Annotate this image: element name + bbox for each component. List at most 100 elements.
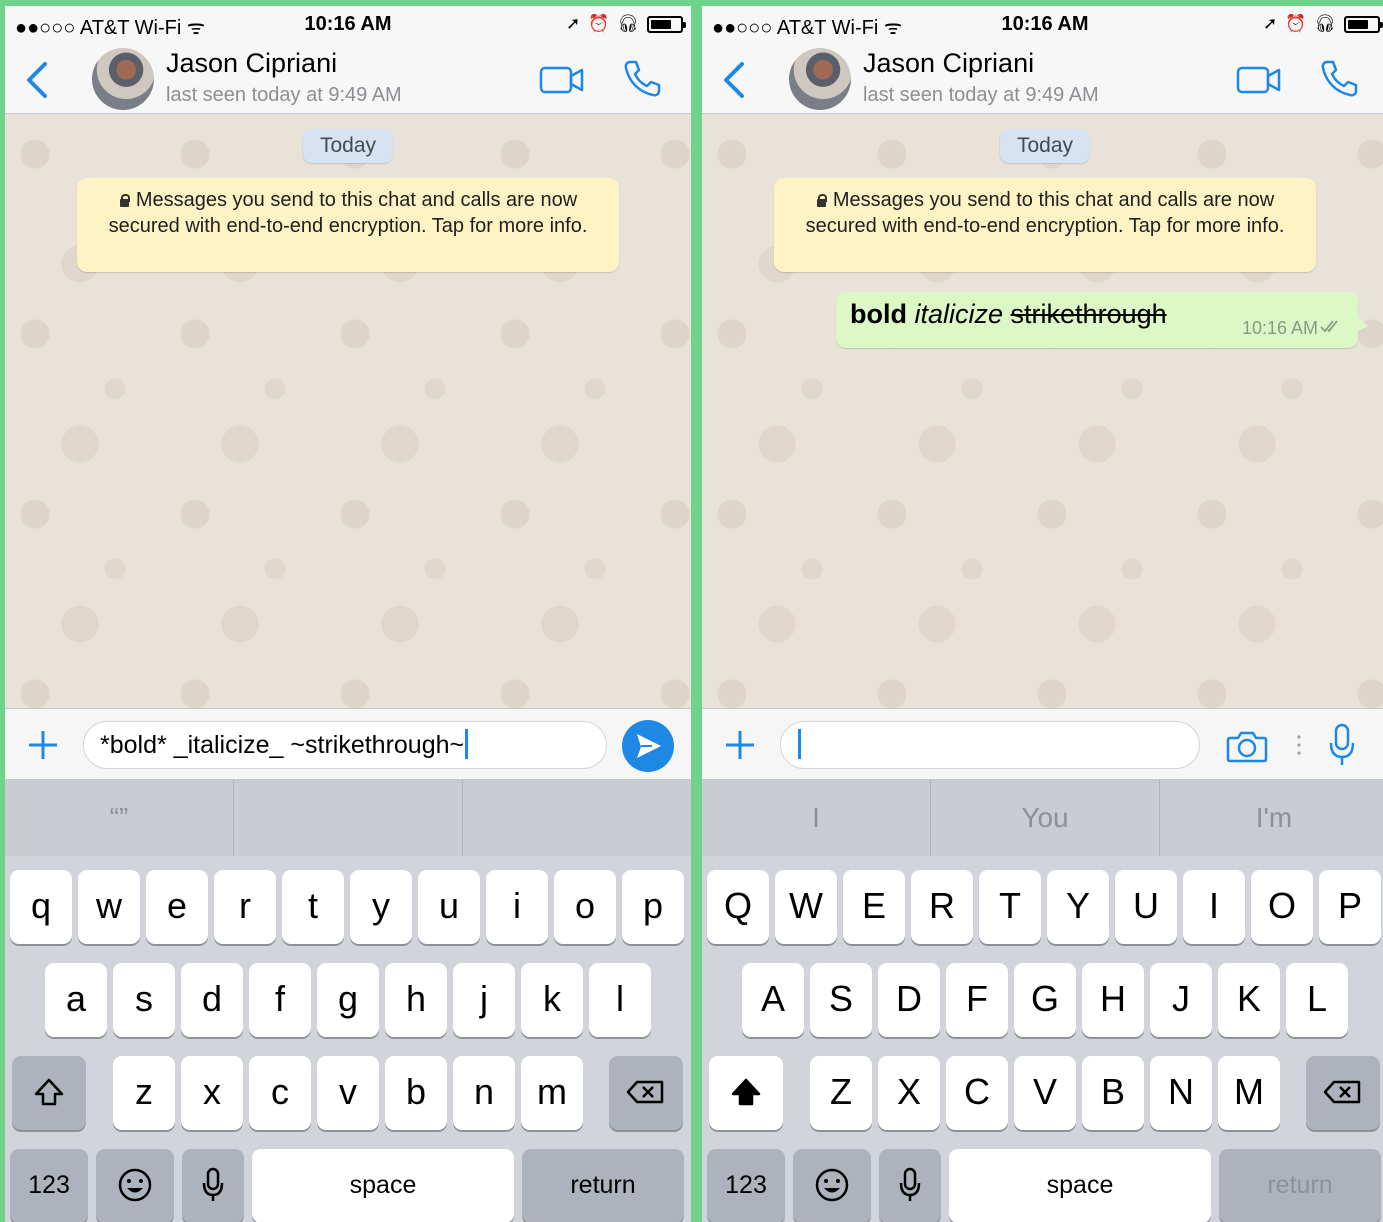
key-t[interactable]: t: [282, 870, 344, 944]
delete-key[interactable]: [609, 1056, 683, 1130]
key-a[interactable]: a: [45, 963, 107, 1037]
attach-button[interactable]: [27, 729, 59, 761]
back-button[interactable]: [718, 60, 752, 100]
key-j[interactable]: J: [1150, 963, 1212, 1037]
key-a[interactable]: A: [742, 963, 804, 1037]
plus-icon: [726, 731, 754, 759]
key-n[interactable]: n: [453, 1056, 515, 1130]
key-h[interactable]: H: [1082, 963, 1144, 1037]
key-f[interactable]: f: [249, 963, 311, 1037]
key-y[interactable]: y: [350, 870, 412, 944]
key-f[interactable]: F: [946, 963, 1008, 1037]
key-j[interactable]: j: [453, 963, 515, 1037]
key-q[interactable]: Q: [707, 870, 769, 944]
key-t[interactable]: T: [979, 870, 1041, 944]
space-key[interactable]: space: [252, 1149, 514, 1222]
key-y[interactable]: Y: [1047, 870, 1109, 944]
key-m[interactable]: m: [521, 1056, 583, 1130]
prediction-1[interactable]: I: [702, 780, 931, 856]
video-call-button[interactable]: [1236, 64, 1282, 96]
chat-area[interactable]: Today Messages you send to this chat and…: [702, 114, 1383, 708]
key-q[interactable]: q: [10, 870, 72, 944]
key-l[interactable]: l: [589, 963, 651, 1037]
attach-button[interactable]: [724, 729, 756, 761]
voice-note-button[interactable]: [1328, 723, 1356, 767]
emoji-key[interactable]: [96, 1149, 174, 1222]
key-x[interactable]: x: [181, 1056, 243, 1130]
video-call-button[interactable]: [539, 64, 585, 96]
numbers-key[interactable]: 123: [707, 1149, 785, 1222]
prediction-1[interactable]: “”: [5, 780, 234, 856]
prediction-3[interactable]: [463, 780, 691, 856]
key-o[interactable]: o: [554, 870, 616, 944]
space-key[interactable]: space: [949, 1149, 1211, 1222]
encryption-notice[interactable]: Messages you send to this chat and calls…: [77, 178, 619, 272]
contact-name[interactable]: Jason Cipriani: [166, 48, 337, 79]
key-u[interactable]: U: [1115, 870, 1177, 944]
shift-icon: [731, 1078, 761, 1106]
key-c[interactable]: C: [946, 1056, 1008, 1130]
contact-name[interactable]: Jason Cipriani: [863, 48, 1034, 79]
voice-call-button[interactable]: [621, 58, 663, 100]
key-l[interactable]: L: [1286, 963, 1348, 1037]
return-key[interactable]: return: [1219, 1149, 1381, 1222]
key-u[interactable]: u: [418, 870, 480, 944]
key-r[interactable]: r: [214, 870, 276, 944]
key-s[interactable]: s: [113, 963, 175, 1037]
message-input[interactable]: *bold* _italicize_ ~strikethrough~: [83, 721, 607, 769]
key-c[interactable]: c: [249, 1056, 311, 1130]
key-p[interactable]: P: [1319, 870, 1381, 944]
battery-icon: [647, 15, 686, 33]
key-n[interactable]: N: [1150, 1056, 1212, 1130]
key-m[interactable]: M: [1218, 1056, 1280, 1130]
camera-button[interactable]: [1226, 729, 1268, 763]
key-k[interactable]: K: [1218, 963, 1280, 1037]
key-z[interactable]: z: [113, 1056, 175, 1130]
message-input[interactable]: [780, 721, 1200, 769]
key-w[interactable]: W: [775, 870, 837, 944]
numbers-key[interactable]: 123: [10, 1149, 88, 1222]
key-d[interactable]: D: [878, 963, 940, 1037]
prediction-2[interactable]: [234, 780, 463, 856]
emoji-key[interactable]: [793, 1149, 871, 1222]
key-v[interactable]: V: [1014, 1056, 1076, 1130]
chat-area[interactable]: Today Messages you send to this chat and…: [5, 114, 691, 708]
key-z[interactable]: Z: [810, 1056, 872, 1130]
key-v[interactable]: v: [317, 1056, 379, 1130]
voice-call-button[interactable]: [1318, 58, 1360, 100]
dictation-key[interactable]: [182, 1149, 244, 1222]
key-s[interactable]: S: [810, 963, 872, 1037]
key-g[interactable]: g: [317, 963, 379, 1037]
prediction-2[interactable]: You: [931, 780, 1160, 856]
key-w[interactable]: w: [78, 870, 140, 944]
key-b[interactable]: B: [1082, 1056, 1144, 1130]
avatar[interactable]: [789, 48, 851, 110]
last-seen-status: last seen today at 9:49 AM: [863, 84, 1099, 106]
delete-key[interactable]: [1306, 1056, 1380, 1130]
return-key[interactable]: return: [522, 1149, 684, 1222]
encryption-notice[interactable]: Messages you send to this chat and calls…: [774, 178, 1316, 272]
back-button[interactable]: [21, 60, 55, 100]
key-x[interactable]: X: [878, 1056, 940, 1130]
dictation-key[interactable]: [879, 1149, 941, 1222]
outgoing-message[interactable]: bold italicize strikethrough 10:16 AM: [836, 292, 1368, 348]
key-o[interactable]: O: [1251, 870, 1313, 944]
key-i[interactable]: i: [486, 870, 548, 944]
key-b[interactable]: b: [385, 1056, 447, 1130]
key-r[interactable]: R: [911, 870, 973, 944]
key-k[interactable]: k: [521, 963, 583, 1037]
avatar[interactable]: [92, 48, 154, 110]
key-e[interactable]: E: [843, 870, 905, 944]
key-d[interactable]: d: [181, 963, 243, 1037]
key-i[interactable]: I: [1183, 870, 1245, 944]
key-p[interactable]: p: [622, 870, 684, 944]
shift-key[interactable]: [12, 1056, 86, 1130]
key-h[interactable]: h: [385, 963, 447, 1037]
key-e[interactable]: e: [146, 870, 208, 944]
prediction-3[interactable]: I'm: [1160, 780, 1383, 856]
key-g[interactable]: G: [1014, 963, 1076, 1037]
send-button[interactable]: [622, 720, 674, 772]
nav-bar: Jason Cipriani last seen today at 9:49 A…: [5, 46, 691, 114]
shift-key[interactable]: [709, 1056, 783, 1130]
lock-icon: [816, 194, 827, 207]
